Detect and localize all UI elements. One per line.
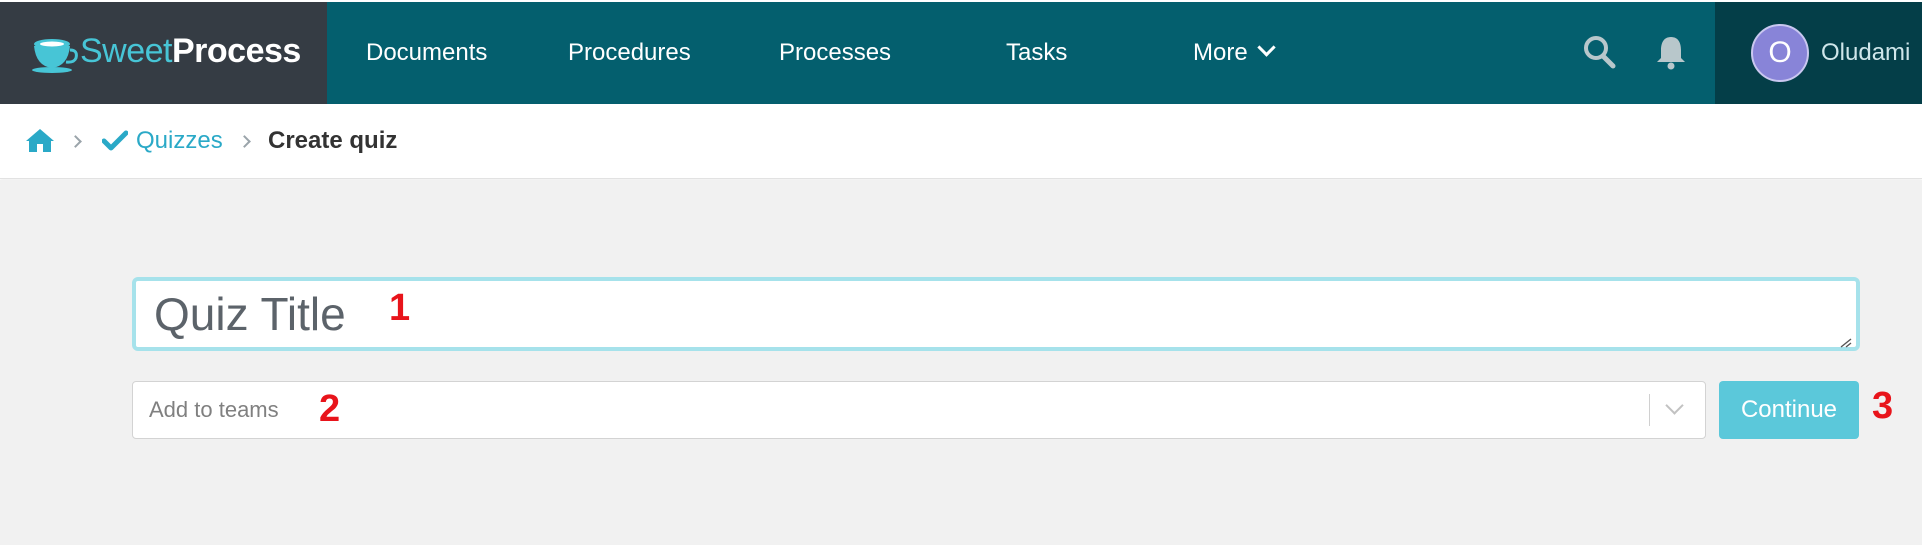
nav-item-processes[interactable]: Processes	[779, 2, 891, 104]
resize-handle-icon[interactable]	[1840, 338, 1852, 348]
nav-item-tasks[interactable]: Tasks	[1006, 2, 1067, 104]
breadcrumb-current: Create quiz	[268, 127, 398, 154]
select-divider	[1649, 394, 1650, 426]
logo-text-sweet: Sweet	[80, 32, 173, 70]
chevron-down-icon[interactable]	[1665, 396, 1684, 415]
top-nav: SweetProcess Documents Procedures Proces…	[0, 2, 1922, 104]
logo[interactable]: SweetProcess	[0, 2, 327, 104]
bell-icon[interactable]	[1654, 34, 1688, 70]
teams-select-placeholder: Add to teams	[149, 397, 279, 422]
nav-item-procedures[interactable]: Procedures	[568, 2, 691, 104]
chevron-down-icon	[1256, 38, 1276, 57]
logo-text: SweetProcess	[80, 32, 301, 71]
home-icon[interactable]	[25, 127, 55, 153]
breadcrumb-quizzes[interactable]: Quizzes	[136, 104, 223, 178]
app-frame: SweetProcess Documents Procedures Proces…	[0, 0, 1922, 554]
search-icon[interactable]	[1582, 34, 1616, 70]
breadcrumb-separator	[238, 135, 251, 148]
teams-select[interactable]: Add to teams	[132, 381, 1706, 439]
nav-item-documents[interactable]: Documents	[366, 2, 487, 104]
user-name: Oludami	[1821, 39, 1911, 66]
annotation-3: 3	[1872, 385, 1894, 427]
annotation-1: 1	[389, 287, 411, 329]
checkmark-icon	[102, 130, 128, 151]
breadcrumb: Quizzes Create quiz	[0, 104, 1922, 179]
nav-item-more[interactable]: More	[1193, 2, 1276, 104]
breadcrumb-separator	[69, 135, 82, 148]
avatar: O	[1751, 24, 1809, 82]
coffee-cup-icon	[32, 39, 78, 73]
nav-menu: Documents Procedures Processes Tasks Mor…	[327, 2, 1715, 104]
nav-item-more-label: More	[1193, 39, 1248, 66]
user-menu[interactable]: O Oludami	[1715, 2, 1922, 104]
continue-button[interactable]: Continue	[1719, 381, 1859, 439]
logo-text-process: Process	[172, 32, 301, 70]
annotation-2: 2	[319, 388, 341, 430]
main-content: 1 Add to teams 2 Continue 3	[0, 180, 1922, 545]
